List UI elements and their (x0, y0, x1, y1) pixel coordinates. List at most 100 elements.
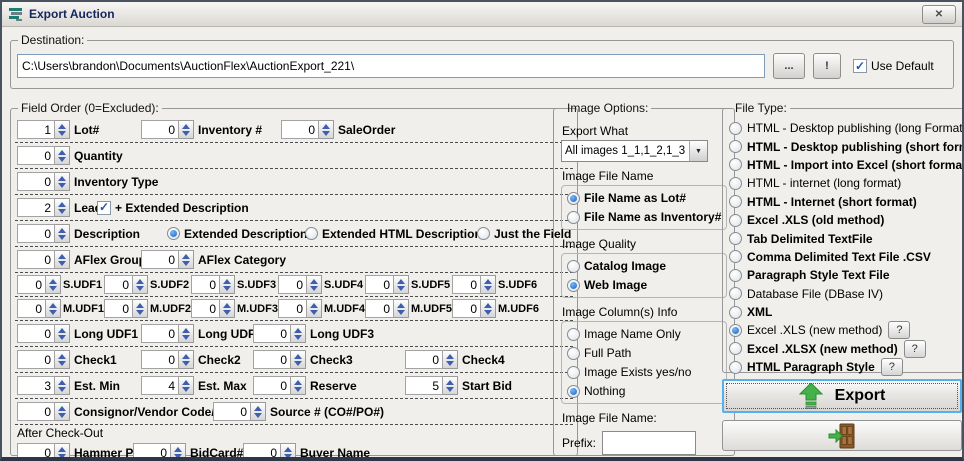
spinner-est-max[interactable]: 4 (141, 376, 194, 395)
spinner-consignor[interactable]: 0 (17, 402, 70, 421)
spinner-arrows-icon[interactable] (251, 402, 266, 421)
spinner-sudf1[interactable]: 0 (17, 275, 61, 294)
radio-image-exists[interactable] (567, 366, 580, 379)
prefix-input[interactable] (602, 431, 696, 455)
spinner-arrows-icon[interactable] (307, 299, 322, 318)
spinner-arrows-icon[interactable] (179, 250, 194, 269)
spinner-arrows-icon[interactable] (179, 324, 194, 343)
radio-extended-description[interactable] (167, 227, 180, 240)
spinner-arrows-icon[interactable] (220, 275, 235, 294)
filetype-option[interactable]: Comma Delimited Text File .CSV (729, 248, 964, 266)
radio-filename-as-lot[interactable] (567, 192, 580, 205)
close-button[interactable]: ✕ (922, 5, 956, 24)
spinner-value[interactable]: 0 (141, 120, 179, 139)
filetype-option[interactable]: HTML - Desktop publishing (short format) (729, 137, 964, 155)
spinner-arrows-icon[interactable] (179, 376, 194, 395)
spinner-saleorder[interactable]: 0 (281, 120, 334, 139)
spinner-est-min[interactable]: 3 (17, 376, 70, 395)
spinner-arrows-icon[interactable] (55, 376, 70, 395)
radio-xml[interactable] (729, 306, 742, 319)
filetype-option[interactable]: Excel .XLS (new method)? (729, 321, 964, 339)
radio-html-dtp-short[interactable] (729, 140, 742, 153)
radio-just-the-field[interactable] (477, 227, 490, 240)
spinner-long-udf2[interactable]: 0 (141, 324, 194, 343)
spinner-value[interactable]: 0 (17, 250, 55, 269)
spinner-arrows-icon[interactable] (281, 443, 296, 461)
radio-paragraph-text[interactable] (729, 269, 742, 282)
filetype-option[interactable]: Excel .XLSX (new method)? (729, 340, 964, 358)
spinner-arrows-icon[interactable] (55, 324, 70, 343)
spinner-lead[interactable]: 2 (17, 198, 70, 217)
spinner-hammer-price[interactable]: 0 (17, 443, 70, 461)
spinner-long-udf1[interactable]: 0 (17, 324, 70, 343)
spinner-arrows-icon[interactable] (394, 299, 409, 318)
spinner-arrows-icon[interactable] (291, 376, 306, 395)
spinner-arrows-icon[interactable] (319, 120, 334, 139)
spinner-buyer-name[interactable]: 0 (243, 443, 296, 461)
spinner-arrows-icon[interactable] (133, 299, 148, 318)
radio-html-import-excel[interactable] (729, 158, 742, 171)
spinner-check4[interactable]: 0 (405, 350, 458, 369)
spinner-arrows-icon[interactable] (220, 299, 235, 318)
spinner-check3[interactable]: 0 (253, 350, 306, 369)
help-button[interactable]: ? (888, 321, 910, 339)
spinner-inventory-num[interactable]: 0 (141, 120, 194, 139)
use-default-label[interactable]: Use Default (871, 59, 934, 73)
filetype-option[interactable]: HTML - Import into Excel (short format) (729, 156, 964, 174)
filetype-option[interactable]: Excel .XLS (old method) (729, 211, 964, 229)
spinner-source[interactable]: 0 (213, 402, 266, 421)
spinner-bidcard[interactable]: 0 (133, 443, 186, 461)
spinner-arrows-icon[interactable] (443, 350, 458, 369)
spinner-arrows-icon[interactable] (46, 275, 61, 294)
spinner-value[interactable]: 1 (17, 120, 55, 139)
filetype-option[interactable]: XML (729, 303, 964, 321)
spinner-aflex-group[interactable]: 0 (17, 250, 70, 269)
destination-path-input[interactable] (17, 54, 765, 78)
extended-description-label[interactable]: + Extended Description (115, 201, 249, 215)
spinner-sudf3[interactable]: 0 (191, 275, 235, 294)
filetype-option[interactable]: Tab Delimited TextFile (729, 229, 964, 247)
spinner-mudf1[interactable]: 0 (17, 299, 61, 318)
spinner-value[interactable]: 0 (17, 224, 55, 243)
export-what-combobox[interactable]: All images 1_1,1_2,1_3 ▼ (561, 140, 708, 162)
spinner-arrows-icon[interactable] (179, 120, 194, 139)
use-default-checkbox[interactable]: ✓ (853, 59, 867, 73)
radio-excel-xls-old[interactable] (729, 214, 742, 227)
radio-catalog-image[interactable] (567, 260, 580, 273)
browse-button[interactable]: ... (773, 53, 805, 79)
radio-nothing[interactable] (567, 385, 580, 398)
alert-button[interactable]: ! (813, 53, 841, 79)
filetype-option[interactable]: HTML - Internet (short format) (729, 193, 964, 211)
spinner-arrows-icon[interactable] (171, 443, 186, 461)
spinner-mudf2[interactable]: 0 (104, 299, 148, 318)
spinner-value[interactable]: 0 (141, 250, 179, 269)
spinner-lot[interactable]: 1 (17, 120, 70, 139)
spinner-check1[interactable]: 0 (17, 350, 70, 369)
radio-comma-delimited-csv[interactable] (729, 250, 742, 263)
radio-web-image[interactable] (567, 279, 580, 292)
filetype-option[interactable]: Database File (DBase IV) (729, 285, 964, 303)
help-button[interactable]: ? (904, 340, 926, 358)
spinner-arrows-icon[interactable] (55, 350, 70, 369)
radio-dbase[interactable] (729, 287, 742, 300)
spinner-arrows-icon[interactable] (481, 299, 496, 318)
spinner-arrows-icon[interactable] (55, 402, 70, 421)
spinner-sudf6[interactable]: 0 (452, 275, 496, 294)
spinner-arrows-icon[interactable] (55, 120, 70, 139)
spinner-mudf6[interactable]: 0 (452, 299, 496, 318)
spinner-arrows-icon[interactable] (55, 224, 70, 243)
spinner-check2[interactable]: 0 (141, 350, 194, 369)
spinner-value[interactable]: 0 (17, 146, 55, 165)
spinner-arrows-icon[interactable] (55, 198, 70, 217)
spinner-mudf4[interactable]: 0 (278, 299, 322, 318)
radio-excel-xlsx-new[interactable] (729, 342, 742, 355)
spinner-arrows-icon[interactable] (55, 172, 70, 191)
exit-button[interactable] (722, 420, 962, 451)
radio-image-name-only[interactable] (567, 328, 580, 341)
spinner-mudf5[interactable]: 0 (365, 299, 409, 318)
spinner-start-bid[interactable]: 5 (405, 376, 458, 395)
radio-excel-xls-new[interactable] (729, 324, 742, 337)
spinner-mudf3[interactable]: 0 (191, 299, 235, 318)
filetype-option[interactable]: Paragraph Style Text File (729, 266, 964, 284)
spinner-reserve[interactable]: 0 (253, 376, 306, 395)
